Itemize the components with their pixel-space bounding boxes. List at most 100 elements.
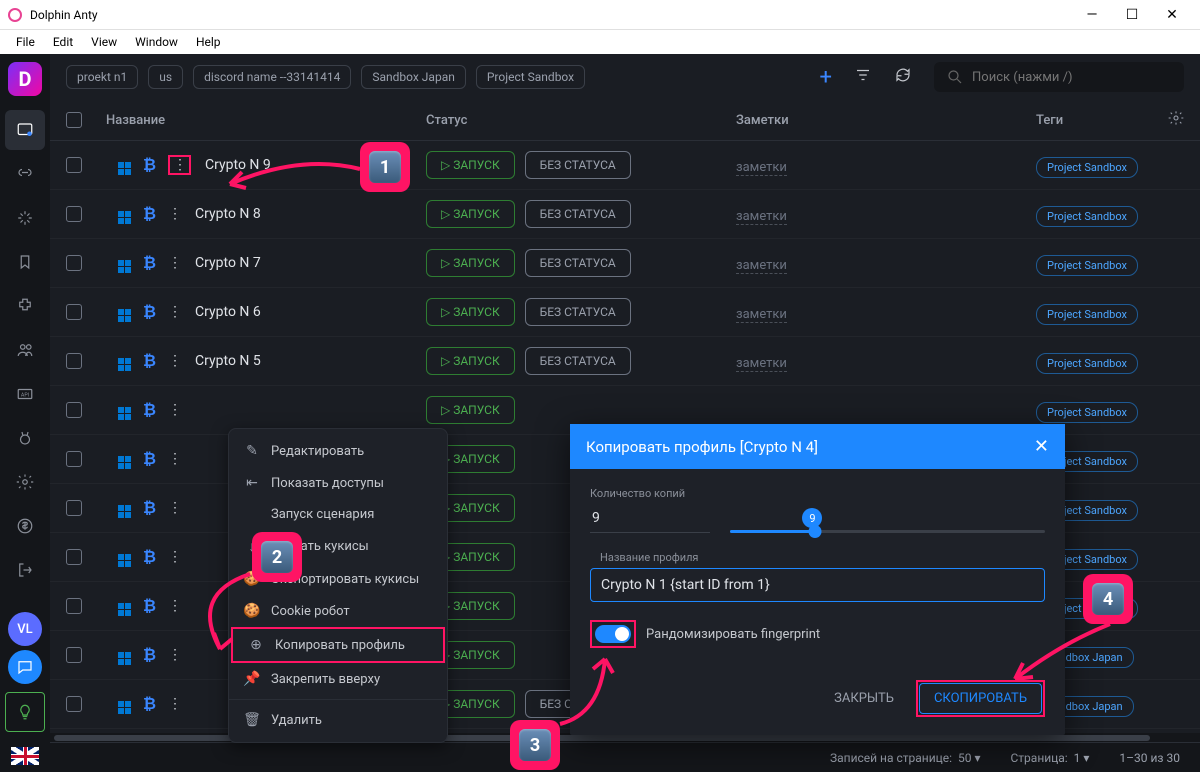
column-notes[interactable]: Заметки: [736, 113, 1036, 128]
search-input[interactable]: [972, 70, 1172, 85]
notes-link[interactable]: заметки: [736, 160, 787, 176]
row-menu-icon[interactable]: ⋮: [168, 304, 181, 320]
launch-button[interactable]: ▷ ЗАПУСК: [426, 249, 515, 277]
logo-icon[interactable]: D: [8, 62, 42, 96]
context-menu-item[interactable]: Запуск сценария: [229, 499, 447, 530]
row-checkbox[interactable]: [66, 549, 82, 565]
sidebar-settings-icon[interactable]: [5, 462, 45, 502]
row-menu-icon[interactable]: ⋮: [168, 255, 181, 271]
notes-link[interactable]: заметки: [736, 356, 787, 372]
menu-view[interactable]: View: [83, 33, 125, 51]
notes-link[interactable]: заметки: [736, 307, 787, 323]
row-menu-icon[interactable]: ⋮: [168, 451, 181, 467]
close-button[interactable]: ✕: [1152, 1, 1192, 29]
column-status[interactable]: Статус: [426, 113, 736, 128]
cancel-button[interactable]: ЗАКРЫТЬ: [822, 683, 906, 714]
row-menu-icon[interactable]: ⋮: [168, 353, 181, 369]
modal-close-icon[interactable]: ✕: [1034, 436, 1049, 457]
menu-file[interactable]: File: [8, 33, 43, 51]
minimize-button[interactable]: —: [1072, 1, 1112, 29]
menu-help[interactable]: Help: [188, 33, 229, 51]
chat-icon[interactable]: [8, 650, 42, 684]
row-checkbox[interactable]: [66, 304, 82, 320]
context-menu-item[interactable]: ⇤Показать доступы: [229, 467, 447, 499]
row-menu-icon[interactable]: ⋮: [168, 598, 181, 614]
row-menu-icon[interactable]: ⋮: [168, 402, 181, 418]
context-menu-item[interactable]: ✎Редактировать: [229, 435, 447, 467]
row-menu-icon[interactable]: ⋮: [168, 647, 181, 663]
status-button[interactable]: БЕЗ СТАТУСА: [525, 200, 631, 228]
per-page-value[interactable]: 50: [958, 751, 972, 765]
sidebar-extensions-icon[interactable]: [5, 286, 45, 326]
row-checkbox[interactable]: [66, 157, 82, 173]
status-button[interactable]: БЕЗ СТАТУСА: [525, 347, 631, 375]
sidebar-bookmark-icon[interactable]: [5, 242, 45, 282]
row-menu-icon[interactable]: ⋮: [168, 549, 181, 565]
filter-tag[interactable]: proekt n1: [66, 65, 138, 89]
sidebar-automation-icon[interactable]: [5, 418, 45, 458]
row-checkbox[interactable]: [66, 696, 82, 712]
row-checkbox[interactable]: [66, 206, 82, 222]
status-button[interactable]: БЕЗ СТАТУСА: [525, 151, 631, 179]
launch-button[interactable]: ▷ ЗАПУСК: [426, 347, 515, 375]
launch-button[interactable]: ▷ ЗАПУСК: [426, 200, 515, 228]
launch-button[interactable]: ▷ ЗАПУСК: [426, 396, 515, 424]
copies-slider[interactable]: 9: [730, 512, 1045, 533]
user-avatar[interactable]: VL: [8, 612, 42, 646]
copies-input[interactable]: [590, 504, 710, 533]
sidebar-users-icon[interactable]: [5, 330, 45, 370]
select-all-checkbox[interactable]: [66, 112, 82, 128]
row-checkbox[interactable]: [66, 598, 82, 614]
hint-icon[interactable]: [5, 692, 45, 732]
row-tag[interactable]: Project Sandbox: [1036, 157, 1138, 178]
row-tag[interactable]: Project Sandbox: [1036, 304, 1138, 325]
profile-name-input[interactable]: [590, 568, 1045, 602]
row-checkbox[interactable]: [66, 402, 82, 418]
sidebar-api-icon[interactable]: API: [5, 374, 45, 414]
row-tag[interactable]: Project Sandbox: [1036, 353, 1138, 374]
launch-button[interactable]: ▷ ЗАПУСК: [426, 298, 515, 326]
row-checkbox[interactable]: [66, 647, 82, 663]
row-menu-icon[interactable]: ⋮: [168, 696, 181, 712]
context-menu-item[interactable]: 🗑Удалить: [229, 704, 447, 736]
filter-tag[interactable]: us: [148, 65, 183, 89]
row-menu-icon[interactable]: ⋮: [168, 206, 181, 222]
copy-button[interactable]: СКОПИРОВАТЬ: [919, 683, 1042, 714]
sidebar-sparkle-icon[interactable]: [5, 198, 45, 238]
menu-window[interactable]: Window: [127, 33, 186, 51]
randomize-toggle[interactable]: [595, 625, 631, 643]
row-tag[interactable]: Project Sandbox: [1036, 206, 1138, 227]
search-box[interactable]: [934, 62, 1184, 92]
column-tags[interactable]: Теги: [1036, 113, 1154, 128]
context-menu-item[interactable]: ⊕Копировать профиль: [231, 627, 445, 663]
language-flag[interactable]: [8, 744, 42, 768]
filter-icon[interactable]: [854, 66, 872, 89]
sidebar-logout-icon[interactable]: [5, 550, 45, 590]
table-settings-icon[interactable]: [1154, 110, 1184, 130]
sidebar-proxies-icon[interactable]: [5, 154, 45, 194]
row-checkbox[interactable]: [66, 255, 82, 271]
launch-button[interactable]: ▷ ЗАПУСК: [426, 151, 515, 179]
context-menu-item[interactable]: 📌Закрепить вверху: [229, 663, 447, 695]
page-value[interactable]: 1: [1074, 751, 1081, 765]
context-menu-item[interactable]: 🍪Cookie робот: [229, 595, 447, 627]
sidebar-billing-icon[interactable]: [5, 506, 45, 546]
refresh-icon[interactable]: [894, 66, 912, 89]
row-tag[interactable]: Project Sandbox: [1036, 402, 1138, 423]
row-menu-icon[interactable]: ⋮: [168, 500, 181, 516]
menu-edit[interactable]: Edit: [45, 33, 81, 51]
sidebar-browsers-icon[interactable]: [5, 110, 45, 150]
row-checkbox[interactable]: [66, 451, 82, 467]
row-menu-icon[interactable]: ⋮: [168, 155, 191, 175]
filter-tag[interactable]: discord name --33141414: [193, 65, 351, 89]
status-button[interactable]: БЕЗ СТАТУСА: [525, 298, 631, 326]
maximize-button[interactable]: ☐: [1112, 1, 1152, 29]
notes-link[interactable]: заметки: [736, 209, 787, 225]
row-tag[interactable]: Project Sandbox: [1036, 255, 1138, 276]
status-button[interactable]: БЕЗ СТАТУСА: [525, 249, 631, 277]
notes-link[interactable]: заметки: [736, 258, 787, 274]
row-checkbox[interactable]: [66, 500, 82, 516]
column-name[interactable]: Название: [96, 113, 426, 128]
add-profile-icon[interactable]: +: [820, 65, 832, 90]
filter-tag[interactable]: Sandbox Japan: [361, 65, 465, 89]
